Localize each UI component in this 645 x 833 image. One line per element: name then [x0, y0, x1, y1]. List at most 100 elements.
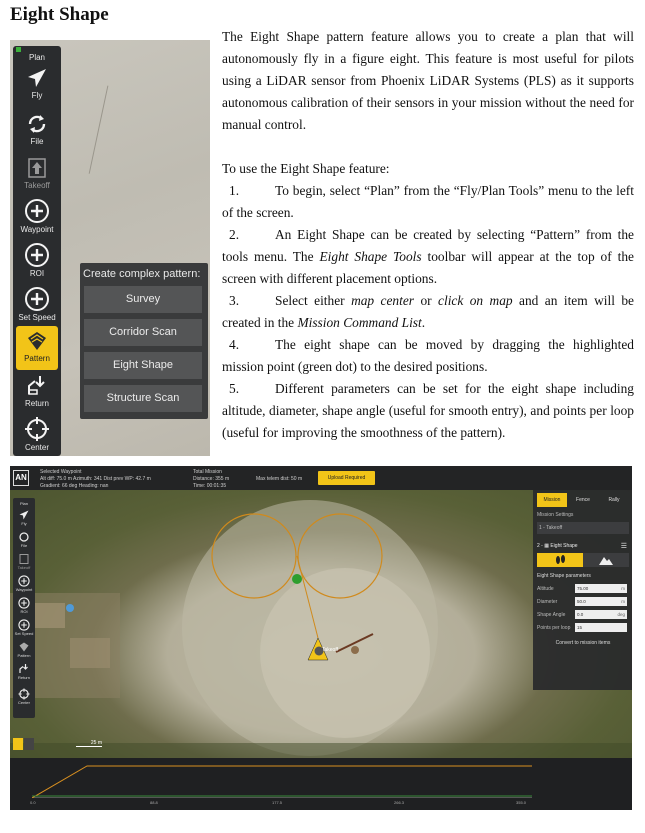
- pattern-button[interactable]: Pattern: [13, 641, 35, 658]
- plan-label: Plan: [28, 53, 45, 62]
- center-button[interactable]: Center: [13, 688, 35, 705]
- points-per-loop-field[interactable]: 15: [575, 623, 627, 632]
- step-item: 4. The eight shape can be moved by draggi…: [222, 334, 634, 378]
- mission-tabs: Mission Fence Rally: [537, 493, 629, 507]
- step-text: The eight shape can be moved by dragging…: [222, 337, 634, 374]
- roi-button[interactable]: ROI: [13, 242, 61, 278]
- intro-paragraph: The Eight Shape pattern feature allows y…: [222, 29, 634, 132]
- map-control-active[interactable]: [13, 738, 23, 750]
- diameter-field[interactable]: 50.0 m: [575, 597, 627, 606]
- tab-rally[interactable]: Rally: [599, 493, 629, 507]
- pattern-icon: [28, 332, 46, 350]
- takeoff-button[interactable]: Takeoff: [13, 156, 61, 190]
- mission-settings-item[interactable]: Mission Settings: [537, 512, 629, 518]
- step-text: To begin, select “Plan” from the “Fly/Pl…: [222, 183, 634, 220]
- map-takeoff-label: Takeoff: [322, 647, 339, 653]
- max-telem-dist: Max telem dist: 50 m: [256, 476, 303, 482]
- shape-angle-field[interactable]: 0.0 deg: [575, 610, 627, 619]
- add-circle-icon: [18, 575, 30, 587]
- file-button[interactable]: File: [13, 531, 35, 548]
- return-home-icon: [19, 664, 28, 673]
- tab-mission[interactable]: Mission: [537, 493, 567, 507]
- step-item: 2. An Eight Shape can be created by selec…: [222, 224, 634, 290]
- mountain-icon: [599, 557, 613, 565]
- takeoff-icon: [28, 158, 46, 178]
- add-circle-icon: [25, 287, 49, 311]
- mission-panel: Mission Fence Rally Mission Settings 1 -…: [533, 490, 632, 690]
- create-pattern-popup: Create complex pattern: Survey Corridor …: [80, 263, 208, 419]
- total-mission-info: Total Mission Distance: 355 m Time: 00:0…: [193, 469, 229, 490]
- toolbar-label: Pattern: [17, 653, 31, 658]
- eight-shape-item-header[interactable]: 2 - ▦ Eight Shape ☰: [537, 542, 629, 550]
- convert-to-mission-items-button[interactable]: Convert to mission items: [537, 640, 629, 646]
- step-emphasis: map center: [351, 293, 415, 308]
- sync-icon: [28, 115, 46, 133]
- popup-title: Create complex pattern:: [83, 268, 201, 280]
- step-number: 3.: [229, 293, 240, 308]
- set-speed-button[interactable]: Set Speed: [13, 619, 35, 636]
- plan-tool-header: Plan: [13, 52, 61, 62]
- param-row: Diameter 50.0 m: [537, 597, 629, 606]
- app-logo[interactable]: AN: [13, 470, 29, 486]
- return-label: Return: [24, 399, 49, 408]
- takeoff-button[interactable]: Takeoff: [13, 553, 35, 570]
- total-mission-line: Distance: 355 m: [193, 476, 230, 482]
- return-button[interactable]: Return: [13, 663, 35, 680]
- selected-waypoint-title: Selected Waypoint: [40, 469, 82, 475]
- toolbar-label: ROI: [20, 609, 28, 614]
- param-row: Shape Angle 0.0 deg: [537, 610, 629, 619]
- fly-button[interactable]: Fly: [13, 509, 35, 526]
- param-row: Altitude 75.00 m: [537, 584, 629, 593]
- total-mission-line: Time: 00:01:35: [193, 483, 227, 489]
- set-speed-button[interactable]: Set Speed: [13, 286, 61, 322]
- param-value: 0.0: [577, 612, 584, 617]
- sync-icon: [19, 532, 29, 542]
- altitude-field[interactable]: 75.00 m: [575, 584, 627, 593]
- param-label: Points per loop: [537, 625, 571, 631]
- fly-button[interactable]: Fly: [13, 66, 61, 100]
- placement-toggle-terrain[interactable]: [583, 553, 629, 567]
- step-text: Different parameters can be set for the …: [222, 381, 634, 440]
- waypoint-button[interactable]: Waypoint: [13, 575, 35, 592]
- plan-view-screenshot: AN Selected Waypoint Alt diff: 75.0 m Az…: [10, 466, 632, 810]
- tab-fence[interactable]: Fence: [568, 493, 598, 507]
- mission-status-bar: AN Selected Waypoint Alt diff: 75.0 m Az…: [10, 466, 632, 490]
- waypoint-button[interactable]: Waypoint: [13, 198, 61, 234]
- elevation-tick: 88.8: [150, 800, 158, 805]
- upload-button[interactable]: Upload Required: [318, 471, 375, 485]
- doc-title: Eight Shape: [10, 4, 109, 25]
- fly-label: Fly: [31, 91, 43, 100]
- menu-icon[interactable]: ☰: [621, 542, 627, 550]
- param-value: 15: [577, 625, 583, 630]
- map-control[interactable]: [24, 738, 34, 750]
- param-unit: deg: [617, 612, 625, 617]
- map-crack: [88, 85, 112, 175]
- structure-scan-option[interactable]: Structure Scan: [84, 385, 202, 412]
- set-speed-label: Set Speed: [18, 313, 56, 322]
- step-number: 1.: [229, 183, 240, 198]
- eight-shape-option[interactable]: Eight Shape: [84, 352, 202, 379]
- step-item: 3. Select either map center or click on m…: [222, 290, 634, 334]
- param-row: Points per loop 15: [537, 623, 629, 632]
- add-circle-icon: [18, 619, 30, 631]
- takeoff-item-box[interactable]: 1 - Takeoff: [537, 522, 629, 534]
- pattern-icon: [19, 642, 29, 652]
- survey-option[interactable]: Survey: [84, 286, 202, 313]
- takeoff-label: Takeoff: [24, 181, 50, 190]
- toolbar-label: Plan: [19, 501, 28, 506]
- file-label: File: [30, 137, 44, 146]
- toolbar-label: Waypoint: [15, 587, 33, 592]
- param-label: Altitude: [537, 586, 554, 592]
- step-emphasis: Eight Shape Tools: [319, 249, 422, 264]
- pattern-button[interactable]: Pattern: [16, 326, 58, 370]
- plan-toolbar: Plan Fly File Takeoff Waypoint ROI Set S…: [13, 46, 61, 456]
- placement-toggle-pattern[interactable]: [537, 553, 583, 567]
- return-button[interactable]: Return: [13, 374, 61, 408]
- corridor-scan-option[interactable]: Corridor Scan: [84, 319, 202, 346]
- center-button[interactable]: Center: [13, 416, 61, 452]
- param-value: 75.00: [577, 586, 589, 591]
- selected-waypoint-info: Selected Waypoint Alt diff: 75.0 m Azimu…: [40, 469, 151, 490]
- file-button[interactable]: File: [13, 112, 61, 146]
- roi-button[interactable]: ROI: [13, 597, 35, 614]
- step-emphasis: Mission Command List: [297, 315, 422, 330]
